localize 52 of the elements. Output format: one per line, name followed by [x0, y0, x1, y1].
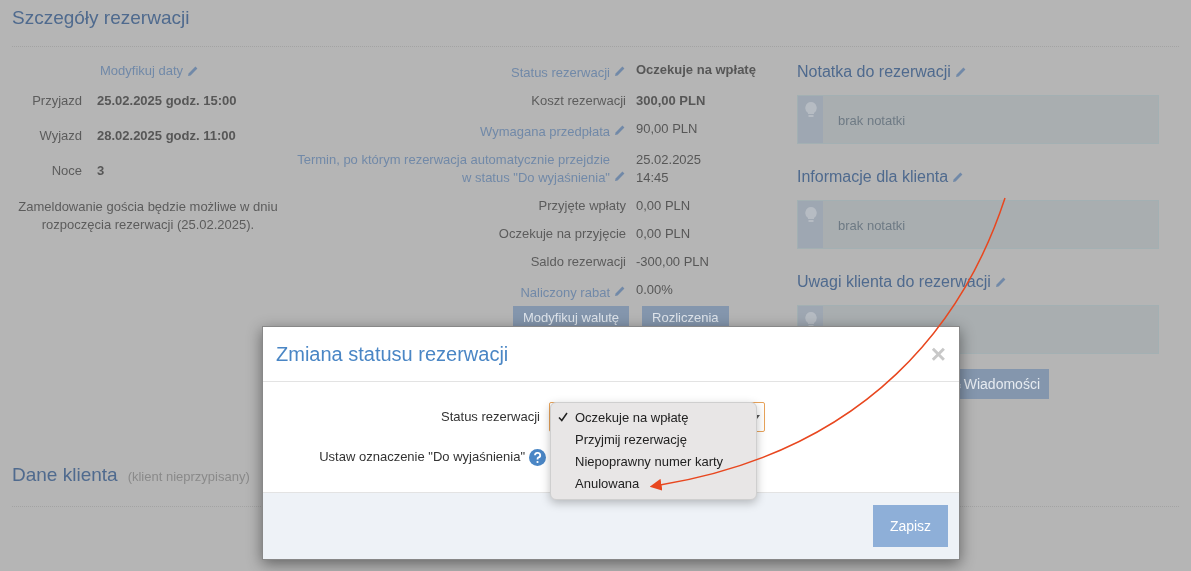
field-label: Saldo rezerwacji	[530, 253, 626, 271]
checkmark-icon	[558, 412, 568, 422]
field-value: 28.02.2025 godz. 11:00	[97, 126, 236, 145]
pencil-icon	[952, 171, 965, 183]
lightbulb-icon	[804, 207, 817, 223]
field-value: 3	[97, 161, 105, 180]
help-icon[interactable]	[529, 448, 546, 466]
field-value: 90,00 PLN	[636, 120, 698, 138]
dropdown-option[interactable]: Przyjmij rezerwację	[551, 429, 756, 451]
pencil-icon	[614, 64, 626, 77]
lightbulb-icon	[804, 102, 817, 118]
dropdown-option[interactable]: Oczekuje na wpłatę	[551, 407, 756, 429]
field-label: Wyjazd	[38, 126, 82, 145]
field-label: Koszt rezerwacji	[531, 92, 626, 110]
close-button[interactable]: ×	[930, 341, 946, 367]
field-label: Przyjęte wpłaty	[538, 197, 626, 215]
field-label: Noce	[50, 161, 82, 180]
field-value: -300,00 PLN	[636, 253, 709, 271]
field-value: 0.00%	[636, 281, 673, 299]
field-label: Ustaw oznaczenie "Do wyjaśnienia"	[318, 448, 525, 467]
pencil-icon	[614, 284, 626, 297]
dropdown-option[interactable]: Anulowana	[551, 473, 756, 495]
field-value: Oczekuje na wpłatę	[636, 61, 756, 79]
field-link[interactable]: Termin, po którym rezerwacja automatycznie przejdzie w status "Do wyjaśnienia"	[297, 151, 610, 187]
dropdown-option[interactable]: Niepoprawny numer karty	[551, 451, 756, 473]
pencil-icon	[954, 66, 967, 78]
save-button[interactable]: Zapisz	[873, 505, 948, 547]
section-title: Dane klienta	[12, 463, 118, 487]
field-label: Status rezerwacji	[440, 408, 540, 427]
field-link[interactable]: Status rezerwacji	[511, 64, 610, 82]
pencil-icon	[187, 65, 200, 77]
field-value: 0,00 PLN	[636, 197, 691, 215]
lightbulb-icon	[804, 312, 817, 328]
modify-dates-link[interactable]: Modyfikuj daty	[100, 62, 200, 80]
note-text: brak notatki	[838, 112, 906, 130]
note-heading: Informacje dla klienta	[797, 167, 949, 187]
field-label: Oczekuje na przyjęcie	[498, 225, 626, 243]
note-heading: Notatka do rezerwacji	[797, 62, 951, 82]
field-link[interactable]: Wymagana przedpłata	[480, 123, 610, 141]
field-link[interactable]: Naliczony rabat	[520, 284, 610, 302]
field-label: Przyjazd	[31, 91, 82, 110]
section-title: Szczegóły rezerwacji	[12, 6, 191, 30]
pencil-icon	[614, 169, 626, 182]
field-value: 25.02.2025 14:45	[636, 151, 702, 187]
field-value: 300,00 PLN	[636, 92, 706, 110]
check-in-note: Zameldowanie gościa będzie możliwe w dniu rozpoczęcia rezerwacji (25.02.2025).	[17, 197, 279, 234]
dialog-title: Zmiana statusu rezerwacji	[276, 342, 509, 367]
field-value: 25.02.2025 godz. 15:00	[97, 91, 237, 110]
pencil-icon	[614, 123, 626, 136]
field-value: 0,00 PLN	[636, 225, 691, 243]
pencil-icon	[994, 276, 1007, 288]
note-text: brak notatki	[838, 217, 906, 235]
